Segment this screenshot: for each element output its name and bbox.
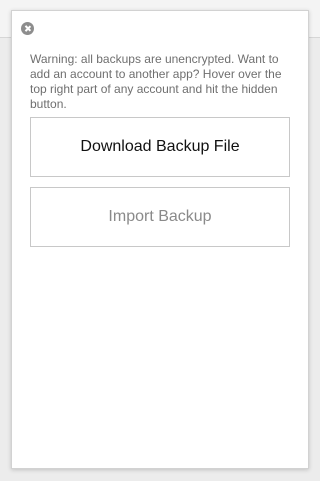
backup-warning-text: Warning: all backups are unencrypted. Wa… (30, 52, 282, 111)
import-backup-button[interactable]: Import Backup (30, 187, 290, 247)
download-backup-button[interactable]: Download Backup File (30, 117, 290, 177)
backup-popup-panel: Warning: all backups are unencrypted. Wa… (11, 10, 309, 469)
close-icon[interactable] (21, 22, 34, 35)
